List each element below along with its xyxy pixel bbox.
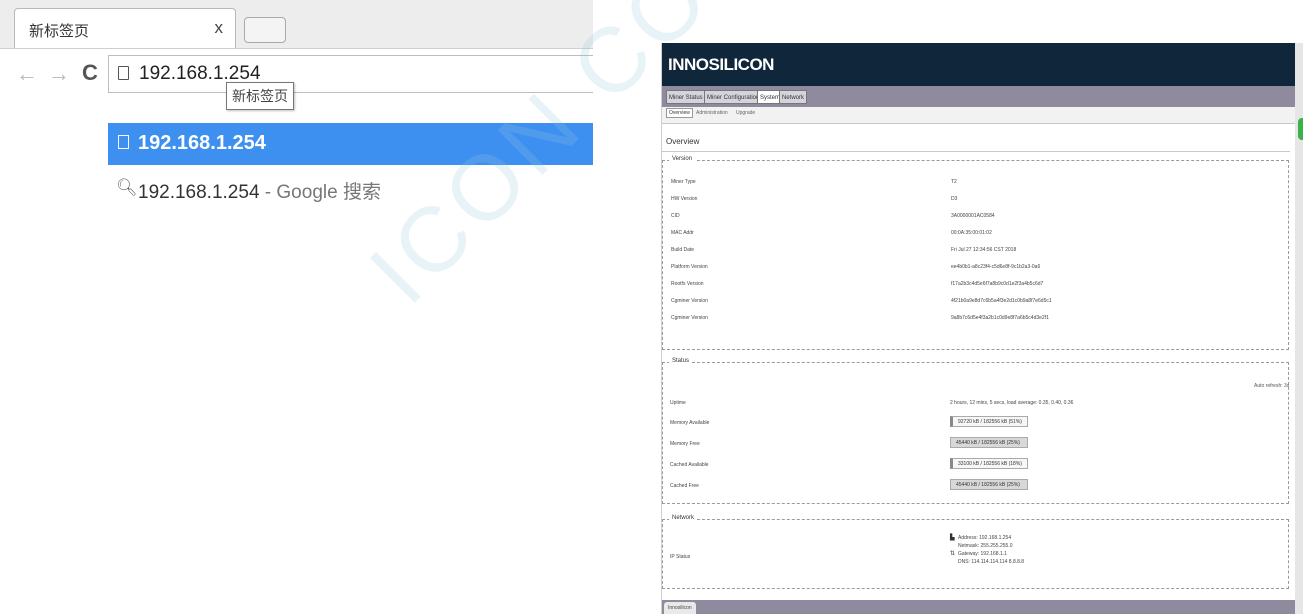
page-title: Overview (666, 137, 700, 146)
page-icon (118, 66, 129, 80)
suggestion-text: 192.168.1.254 (138, 132, 266, 154)
section-title: Version (669, 156, 696, 162)
tab-miner-configuration[interactable]: Miner Configuration (704, 90, 763, 104)
status-value: 45440 kB / 182556 kB (25%) (950, 479, 1028, 490)
version-value: 3A0000001AC0584 (951, 213, 995, 219)
section-title: Status (669, 358, 693, 364)
ip-status-label: IP Status (670, 554, 691, 560)
status-label: Cached Available (670, 462, 709, 468)
version-value: ee4b0b1-a8c23f4-c5d6e8f-9c1b2a3-0a6 (951, 264, 1041, 270)
status-value: 92720 kB / 182556 kB (51%) (950, 416, 1028, 427)
version-label: Build Date (671, 247, 695, 253)
forward-arrow-icon[interactable]: → (48, 61, 70, 87)
tab-strip: 新标签页 x (0, 0, 593, 49)
status-value: 45440 kB / 182556 kB (25%) (950, 437, 1028, 448)
version-value: 4f21b0a9e8d7c6b5a4f3e2d1c0b9a8f7e6d5c1 (951, 298, 1052, 304)
version-label: HW Version (671, 196, 698, 202)
suggestion-search[interactable]: 🔍︎ 192.168.1.254 - Google 搜索 (108, 169, 593, 211)
version-value: T2 (951, 179, 957, 185)
tab-network[interactable]: Network (779, 90, 808, 104)
version-value: D3 (951, 196, 958, 202)
version-label: Rootfs Version (671, 281, 704, 287)
version-label: Cgminer Version (671, 315, 708, 321)
footer-tab[interactable]: Innosilicon (664, 602, 696, 614)
network-line: DNS: 114.114.114.114 8.8.8.8 (958, 559, 1025, 565)
version-value: Fri Jul 27 12:34:56 CST 2018 (951, 247, 1017, 253)
network-icon: ▙ (950, 535, 955, 541)
status-label: Memory Free (670, 441, 700, 447)
sub-nav: Overview Administration Upgrade (662, 107, 1296, 124)
version-value: f17a2b3c4d5e6f7a8b9c0d1e2f3a4b5c6d7 (951, 281, 1044, 287)
network-icon: ⇅ (950, 551, 956, 557)
brand-logo: INNOSILICON (668, 55, 774, 74)
main-nav: Miner Status Miner Configuration System … (662, 86, 1296, 107)
footer-bar: Innosilicon (662, 600, 1296, 614)
status-value: 2 hours, 12 mins, 5 secs, load average: … (950, 400, 1074, 406)
browser-toolbar: ← → C 192.168.1.254 (0, 49, 593, 101)
status-label: Cached Free (670, 483, 699, 489)
app-header: INNOSILICON (662, 43, 1296, 86)
suggestion-text: 192.168.1.254 - Google 搜索 (138, 182, 381, 203)
version-value: 00:0A:35:00:01:02 (951, 230, 992, 236)
status-value: 33100 kB / 182556 kB (18%) (950, 458, 1028, 469)
status-indicator (1298, 118, 1303, 140)
tab-close-icon[interactable]: x (215, 18, 224, 38)
suggestion-url[interactable]: 192.168.1.254 (108, 123, 593, 165)
reload-icon[interactable]: C (82, 60, 98, 86)
omnibox-suggestions: 192.168.1.254 🔍︎ 192.168.1.254 - Google … (0, 123, 593, 215)
subtab-upgrade[interactable]: Upgrade (736, 110, 755, 116)
status-label: Memory Available (670, 420, 710, 426)
version-label: MAC Addr (671, 230, 694, 236)
version-value: 9a8b7c6d5e4f3a2b1c0d9e8f7a6b5c4d3e2f1 (951, 315, 1049, 321)
tab-title: 新标签页 (29, 22, 90, 40)
auto-refresh-label[interactable]: Auto refresh: 3s (1254, 383, 1289, 389)
page-icon (118, 135, 129, 149)
version-label: CID (671, 213, 680, 219)
back-arrow-icon[interactable]: ← (16, 61, 38, 87)
tab-tooltip: 新标签页 (226, 82, 294, 110)
miner-web-ui: INNOSILICON Miner Status Miner Configura… (661, 43, 1296, 614)
browser-tab[interactable]: 新标签页 x (14, 8, 236, 48)
browser-window: 新标签页 x ← → C 192.168.1.254 新标签页 192.168.… (0, 0, 593, 215)
network-line: Gateway: 192.168.1.1 (958, 551, 1007, 557)
section-title: Network (669, 515, 698, 521)
version-section: Version Miner Type T2 HW Version D3 CID … (662, 156, 1289, 350)
network-line: Address: 192.168.1.254 (958, 535, 1012, 541)
address-bar[interactable]: 192.168.1.254 (108, 55, 593, 93)
version-label: Platform Version (671, 264, 708, 270)
status-label: Uptime (670, 400, 686, 406)
new-tab-button[interactable] (244, 17, 286, 43)
tab-miner-status[interactable]: Miner Status (666, 90, 706, 104)
version-label: Cgminer Version (671, 298, 708, 304)
subtab-administration[interactable]: Administration (696, 110, 728, 116)
divider (662, 151, 1290, 152)
subtab-overview[interactable]: Overview (666, 108, 693, 118)
search-icon: 🔍︎ (116, 178, 138, 197)
network-line: Netmask: 255.255.255.0 (958, 543, 1013, 549)
version-label: Miner Type (671, 179, 696, 185)
